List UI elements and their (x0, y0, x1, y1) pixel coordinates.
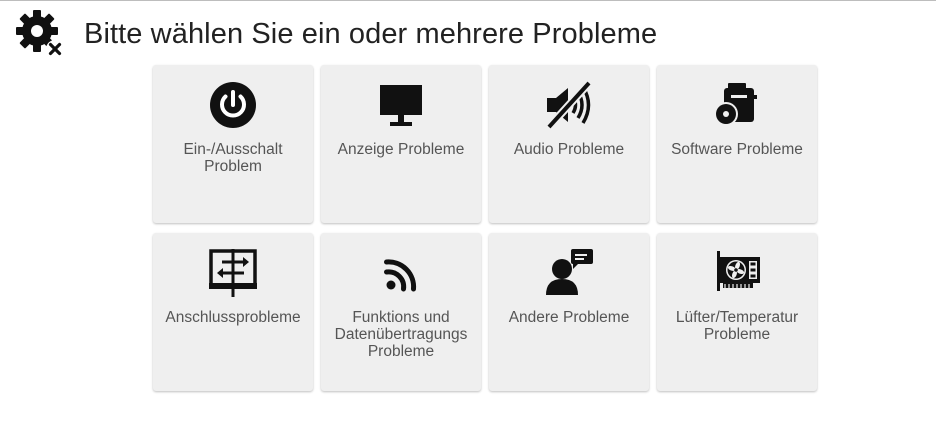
page-header: Bitte wählen Sie ein oder mehrere Proble… (14, 6, 657, 62)
tile-label: Anzeige Probleme (337, 141, 465, 158)
gear-x-icon (16, 10, 64, 58)
tile-data-transfer-problem[interactable]: Funktions und Datenübertragungs Probleme (321, 233, 481, 391)
page-title: Bitte wählen Sie ein oder mehrere Proble… (84, 17, 658, 50)
tile-label: Lüfter/Temperatur Probleme (675, 309, 799, 343)
power-icon (210, 82, 256, 128)
tile-label: Audio Probleme (513, 141, 625, 158)
tile-display-problem[interactable]: Anzeige Probleme (321, 65, 481, 223)
speaker-muted-icon (546, 80, 592, 130)
tile-label: Anschlussprobleme (165, 309, 301, 326)
tile-connection-problem[interactable]: Anschlussprobleme (153, 233, 313, 391)
tile-label: Software Probleme (671, 141, 803, 158)
user-chat-icon (546, 249, 593, 295)
monitor-icon (380, 85, 422, 126)
tile-label: Ein-/Ausschalt Problem (183, 141, 283, 175)
tile-label: Andere Probleme (508, 309, 630, 326)
tile-fan-temperature-problem[interactable]: Lüfter/Temperatur Probleme (657, 233, 817, 391)
fan-card-icon (717, 251, 760, 291)
rss-feed-icon (384, 259, 417, 292)
problem-grid: Ein-/Ausschalt Problem Anzeige Probleme … (153, 65, 818, 391)
connection-transfer-icon (209, 249, 257, 297)
tile-audio-problem[interactable]: Audio Probleme (489, 65, 649, 223)
tile-other-problem[interactable]: Andere Probleme (489, 233, 649, 391)
tile-label: Funktions und Datenübertragungs Probleme (334, 309, 468, 360)
top-divider (0, 0, 936, 1)
software-disc-icon (714, 83, 757, 126)
tile-power-problem[interactable]: Ein-/Ausschalt Problem (153, 65, 313, 223)
tile-software-problem[interactable]: Software Probleme (657, 65, 817, 223)
